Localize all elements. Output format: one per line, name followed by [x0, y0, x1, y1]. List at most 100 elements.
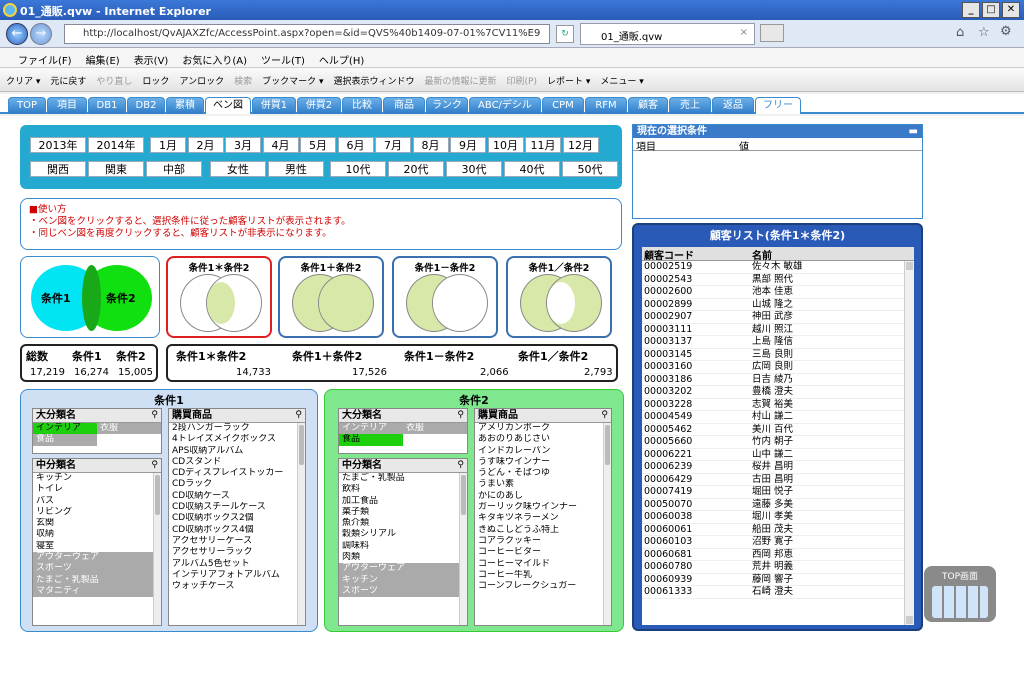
close-button[interactable]: ✕ [1002, 2, 1020, 18]
minimize-button[interactable]: _ [962, 2, 980, 18]
list-item[interactable]: スポーツ [339, 585, 467, 598]
search-icon[interactable]: ⚲ [295, 409, 302, 422]
customer-row[interactable]: 00003160 広岡 良則 [642, 361, 914, 374]
list-item[interactable]: CD収納スチールケース [169, 502, 305, 513]
sheet-tab[interactable]: ランク [426, 97, 468, 114]
ie-menu-item[interactable]: 表示(V) [134, 52, 169, 67]
toolbar-button[interactable]: アンロック [179, 74, 224, 91]
list-item[interactable]: マタニティ [33, 585, 161, 598]
age-item[interactable]: 10代 [330, 161, 386, 177]
list-item[interactable]: トイレ [33, 484, 161, 495]
list-item[interactable]: CD収納ボックス4個 [169, 525, 305, 536]
month-item[interactable]: 9月 [450, 137, 486, 153]
year-2013[interactable]: 2013年 [30, 137, 86, 153]
customer-row[interactable]: 00060780 荒井 明義 [642, 561, 914, 574]
customer-row[interactable]: 00005462 美川 百代 [642, 424, 914, 436]
venn-card-4[interactable]: 条件1／条件2 [506, 256, 612, 338]
minimize-icon[interactable]: ▬ [909, 125, 918, 138]
customer-row[interactable]: 00006221 山中 謙二 [642, 449, 914, 461]
sheet-tab[interactable]: TOP [8, 97, 46, 114]
scroll-thumb[interactable] [299, 425, 304, 465]
listbox-scrollbar[interactable] [297, 423, 305, 625]
tab-close-icon[interactable]: × [740, 27, 748, 38]
list-item[interactable]: CDスタンド [169, 457, 305, 468]
sheet-tab[interactable]: フリー [755, 97, 801, 114]
gender-item[interactable]: 女性 [210, 161, 266, 177]
list-item[interactable]: バス [33, 496, 161, 507]
list-item[interactable]: 肉類 [339, 552, 467, 563]
customer-row[interactable]: 00004549 村山 謙二 [642, 411, 914, 424]
sheet-tab[interactable]: DB2 [127, 97, 165, 114]
sheet-tab[interactable]: RFM [585, 97, 627, 114]
age-item[interactable]: 20代 [388, 161, 444, 177]
major-item-interior[interactable]: インテリア [339, 423, 403, 435]
sheet-tab[interactable]: 返品 [712, 97, 754, 114]
search-icon[interactable]: ⚲ [457, 409, 464, 422]
customer-row[interactable]: 00007419 堀田 悦子 [642, 486, 914, 499]
gender-item[interactable]: 男性 [268, 161, 324, 177]
list-item[interactable]: リビング [33, 507, 161, 518]
list-item[interactable]: コーンフレークシュガー [475, 581, 611, 592]
list-item[interactable]: 魚介類 [339, 518, 467, 529]
list-item[interactable]: 寝室 [33, 541, 161, 552]
customer-row[interactable]: 00061333 石崎 澄夫 [642, 586, 914, 599]
list-item[interactable]: うまい素 [475, 479, 611, 490]
list-item[interactable]: インテリアフォトアルバム [169, 570, 305, 581]
age-item[interactable]: 30代 [446, 161, 502, 177]
month-item[interactable]: 6月 [337, 137, 374, 153]
major-item[interactable]: 衣服 [403, 423, 467, 435]
list-item[interactable]: たまご・乳製品 [339, 473, 467, 484]
month-item[interactable]: 7月 [375, 137, 411, 153]
list-item[interactable]: CDラック [169, 479, 305, 490]
toolbar-button[interactable]: クリア ▾ [6, 74, 40, 91]
major-item[interactable]: 食品 [339, 434, 403, 446]
list-item[interactable]: CD収納ケース [169, 491, 305, 502]
toolbar-button[interactable]: 印刷(P) [507, 74, 537, 91]
venn-card-1[interactable]: 条件1＊条件2 [166, 256, 272, 338]
listbox-scrollbar[interactable] [153, 473, 161, 625]
sheet-tab[interactable]: 売上 [669, 97, 711, 114]
customer-row[interactable]: 00002600 池本 佳恵 [642, 286, 914, 299]
list-item[interactable]: コーヒーマイルド [475, 559, 611, 570]
sheet-tab[interactable]: ABC/デシル [469, 97, 541, 114]
sheet-tab[interactable]: 併買2 [297, 97, 341, 114]
sheet-tab[interactable]: 比較 [342, 97, 382, 114]
customer-row[interactable]: 00005660 竹内 朝子 [642, 436, 914, 449]
url-input[interactable]: http://localhost/QvAJAXZfc/AccessPoint.a… [64, 24, 550, 44]
ie-menu-item[interactable]: 編集(E) [86, 52, 120, 67]
toolbar-button[interactable]: メニュー ▾ [600, 74, 643, 91]
customer-row[interactable]: 00006429 古田 昌明 [642, 474, 914, 486]
list-item[interactable]: 2段ハンガーラック [169, 423, 305, 434]
month-item[interactable]: 5月 [300, 137, 336, 153]
age-item[interactable]: 50代 [562, 161, 618, 177]
customer-col-name[interactable]: 名前 [749, 247, 772, 262]
list-item[interactable]: CDディスプレイストッカー [169, 468, 305, 479]
month-item[interactable]: 8月 [412, 137, 449, 153]
forward-icon[interactable]: → [30, 23, 52, 45]
favorites-star-icon[interactable]: ☆ [978, 25, 990, 40]
home-icon[interactable]: ⌂ [956, 25, 964, 40]
customer-col-code[interactable]: 顧客コード [642, 247, 749, 262]
scroll-thumb[interactable] [461, 475, 466, 515]
sheet-tab[interactable]: 併買1 [252, 97, 296, 114]
list-item[interactable]: アウターウェア [339, 563, 467, 575]
toolbar-button[interactable]: 元に戻す [50, 74, 86, 91]
customer-row[interactable]: 00060939 藤岡 響子 [642, 574, 914, 586]
list-item[interactable]: コーヒービター [475, 547, 611, 558]
list-item[interactable]: キッチン [33, 473, 161, 484]
list-item[interactable]: コーヒー牛乳 [475, 570, 611, 581]
ie-menu-item[interactable]: ヘルプ(H) [319, 52, 364, 67]
list-item[interactable]: APS収納アルバム [169, 446, 305, 457]
list-item[interactable]: アクセサリーケース [169, 536, 305, 547]
customer-row[interactable]: 00060103 沼野 寛子 [642, 536, 914, 549]
region-item[interactable]: 関西 [30, 161, 86, 177]
list-item[interactable]: 収納 [33, 529, 161, 540]
toolbar-button[interactable]: ブックマーク ▾ [262, 74, 323, 91]
major-item[interactable]: 食品 [33, 434, 97, 446]
age-item[interactable]: 40代 [504, 161, 560, 177]
toolbar-button[interactable]: 検索 [234, 74, 252, 91]
customer-row[interactable]: 00002907 神田 武彦 [642, 311, 914, 324]
gear-icon[interactable]: ⚙ [1000, 24, 1012, 39]
toolbar-button[interactable]: レポート ▾ [547, 74, 590, 91]
customer-row[interactable]: 00002543 黒部 照代 [642, 274, 914, 286]
